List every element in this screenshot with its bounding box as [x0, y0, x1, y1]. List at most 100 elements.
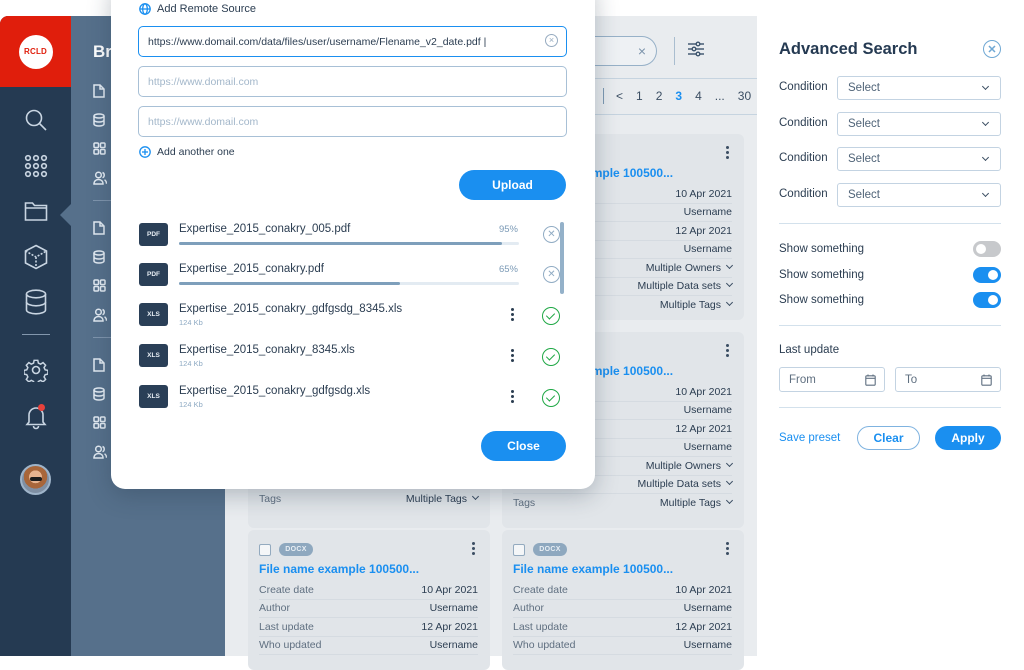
panel-divider [779, 223, 1001, 224]
remote-url-input[interactable]: https://www.domail.com [138, 106, 567, 137]
card-title[interactable]: File name example 100500... [513, 562, 673, 576]
remote-url-input[interactable]: https://www.domail.com/data/files/user/u… [138, 26, 567, 57]
card-details: Create date 10 Apr 2021 Author Username La… [259, 581, 478, 655]
upload-button[interactable]: Upload [459, 170, 566, 200]
chevron-down-icon [725, 478, 734, 486]
condition-select[interactable]: Select [837, 147, 1001, 171]
add-another-link[interactable]: Add another one [139, 146, 235, 158]
file-icon [93, 221, 105, 235]
brand-logo-area[interactable]: RCLD [0, 16, 71, 87]
search-input[interactable]: × [595, 36, 657, 66]
subnav-item[interactable] [93, 387, 105, 406]
rail-notifications[interactable] [0, 404, 71, 430]
rail-cube[interactable] [0, 244, 71, 270]
pager-page[interactable]: 2 [656, 89, 663, 103]
show-toggle[interactable] [973, 267, 1001, 283]
user-avatar[interactable] [20, 464, 51, 495]
subnav-item[interactable] [93, 416, 106, 434]
card-menu-button[interactable] [726, 344, 730, 359]
save-preset-link[interactable]: Save preset [779, 432, 840, 444]
condition-select[interactable]: Select [837, 76, 1001, 100]
show-toggle[interactable] [973, 292, 1001, 308]
brand-logo: RCLD [18, 34, 53, 69]
database-icon [93, 113, 105, 127]
pager-page[interactable]: 4 [695, 89, 702, 103]
calendar-icon [981, 374, 992, 386]
file-menu-button[interactable] [511, 390, 514, 405]
clear-button[interactable]: Clear [857, 426, 920, 450]
file-list-scrollbar[interactable] [560, 222, 564, 294]
card-row: Author Username [513, 600, 732, 618]
subnav-item[interactable] [93, 250, 105, 269]
show-toggle[interactable] [973, 241, 1001, 257]
subnav-item[interactable] [93, 279, 106, 297]
subnav-item[interactable] [93, 113, 105, 132]
upload-file-item: PDF Expertise_2015_conakry_005.pdf 95% ✕ [139, 223, 560, 259]
file-menu-button[interactable] [511, 349, 514, 364]
card-row-dropdown[interactable]: Tags Multiple Tags [259, 490, 480, 509]
file-card[interactable]: DOCX File name example 100500... Create … [248, 530, 490, 670]
file-type-badge: DOCX [533, 543, 567, 556]
toolbar-divider-line [595, 78, 757, 79]
subnav-item[interactable] [93, 358, 105, 377]
rail-search[interactable] [0, 108, 71, 132]
upload-percent: 65% [498, 264, 518, 275]
subnav-item[interactable] [93, 142, 106, 160]
file-name: Expertise_2015_conakry_005.pdf [179, 223, 351, 235]
subnav-item[interactable] [93, 445, 108, 464]
date-from-input[interactable]: From [779, 367, 885, 392]
subnav-title: Br [93, 42, 112, 61]
upload-file-item: XLS Expertise_2015_conakry_8345.xls 124 … [139, 344, 560, 380]
file-menu-button[interactable] [511, 308, 514, 323]
chevron-down-icon [725, 497, 734, 505]
database-icon [93, 387, 105, 401]
pager-page[interactable]: 1 [636, 89, 643, 103]
grid-icon [93, 416, 106, 429]
globe-icon [139, 3, 151, 15]
subnav-item[interactable] [93, 221, 105, 240]
pager-prev[interactable]: < [616, 89, 623, 103]
close-button[interactable]: Close [481, 431, 566, 461]
remote-url-input[interactable]: https://www.domail.com [138, 66, 567, 97]
condition-select[interactable]: Select [837, 183, 1001, 207]
icon-rail: RCLD [0, 16, 71, 656]
subnav-item[interactable] [93, 308, 108, 327]
database-icon [93, 250, 105, 264]
filter-button[interactable] [687, 41, 705, 62]
search-clear-icon[interactable]: × [638, 43, 646, 59]
file-name: Expertise_2015_conakry.pdf [179, 263, 324, 275]
grid-icon [93, 142, 106, 155]
apply-button[interactable]: Apply [935, 426, 1001, 450]
condition-select[interactable]: Select [837, 112, 1001, 136]
apps-grid-icon [24, 154, 47, 178]
chevron-down-icon [725, 280, 734, 288]
panel-divider [779, 407, 1001, 408]
cancel-upload-icon[interactable]: ✕ [543, 266, 560, 283]
upload-progress-bar [179, 282, 519, 285]
database-icon [25, 289, 46, 315]
card-menu-button[interactable] [726, 542, 730, 557]
rail-settings[interactable] [0, 358, 71, 382]
card-checkbox[interactable] [259, 544, 271, 556]
cube-icon [24, 244, 47, 270]
check-circle-icon [542, 348, 560, 366]
card-menu-button[interactable] [472, 542, 476, 557]
close-panel-icon[interactable]: ✕ [983, 40, 1001, 58]
subnav-item[interactable] [93, 84, 105, 103]
card-title[interactable]: File name example 100500... [259, 562, 419, 576]
date-to-input[interactable]: To [895, 367, 1001, 392]
rail-apps[interactable] [0, 154, 71, 178]
pager-page[interactable]: 30 [738, 89, 751, 103]
card-row-dropdown[interactable]: Tags Multiple Tags [513, 494, 734, 513]
file-card[interactable]: DOCX File name example 100500... Create … [502, 530, 744, 670]
card-checkbox[interactable] [513, 544, 525, 556]
chevron-down-icon [981, 82, 990, 91]
pager-page-current[interactable]: 3 [675, 89, 682, 103]
rail-database[interactable] [0, 289, 71, 315]
check-circle-icon [542, 389, 560, 407]
cancel-upload-icon[interactable]: ✕ [543, 226, 560, 243]
card-menu-button[interactable] [726, 146, 730, 161]
toggle-row: Show something [779, 267, 1001, 285]
subnav-item[interactable] [93, 171, 108, 190]
clear-input-icon[interactable]: × [545, 34, 558, 47]
